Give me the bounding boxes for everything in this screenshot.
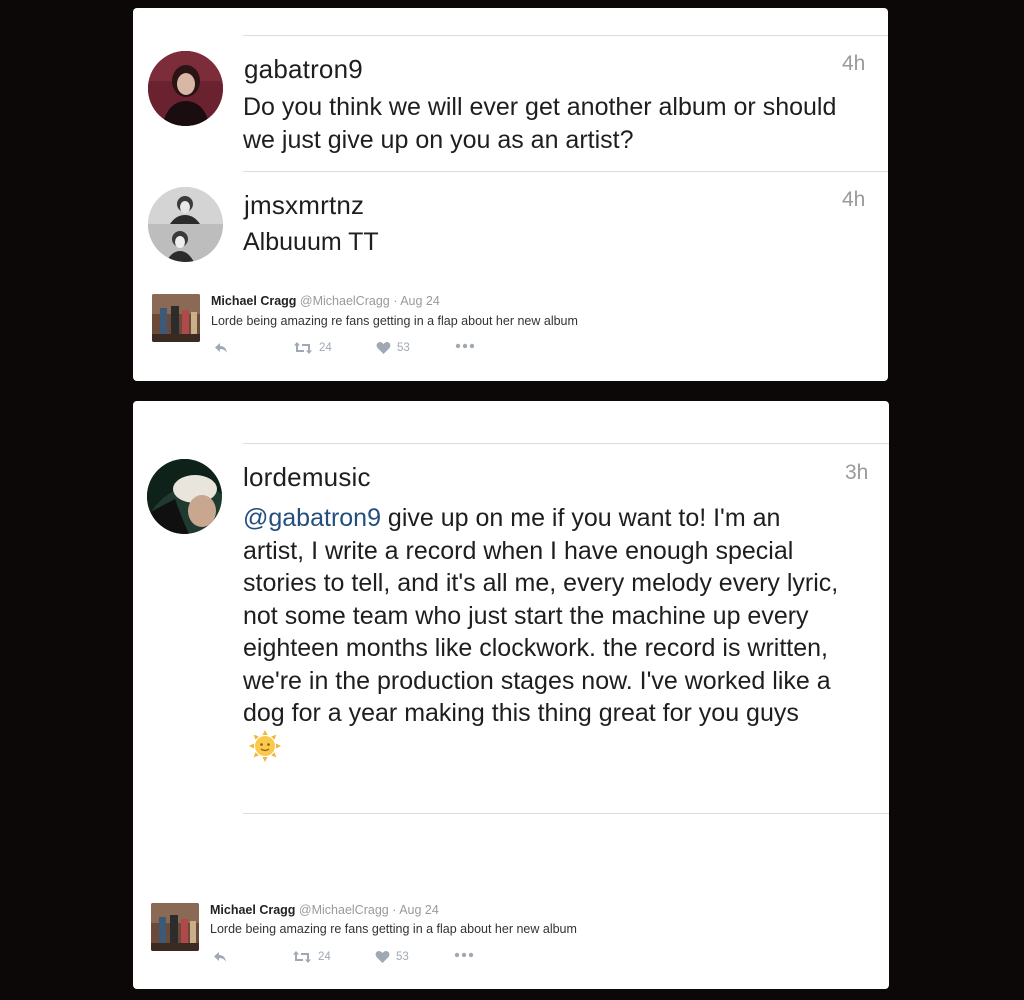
embed-author-avatar[interactable] [151,903,199,951]
embed-author-name[interactable]: Michael Cragg [210,903,295,917]
retweet-button[interactable]: 24 [293,341,332,355]
avatar-gabatron9[interactable] [148,51,223,126]
embed-text: Lorde being amazing re fans getting in a… [210,922,577,936]
like-button[interactable]: 53 [375,950,409,964]
retweet-button[interactable]: 24 [292,950,331,964]
embed-text: Lorde being amazing re fans getting in a… [211,314,578,328]
embed-separator: · [393,294,398,308]
divider [243,35,888,36]
reply-username[interactable]: jmsxmrtnz [244,190,364,221]
more-button[interactable] [454,952,474,958]
reply-icon [215,343,227,353]
response-username[interactable]: lordemusic [243,462,371,493]
embed-date[interactable]: Aug 24 [399,903,439,917]
more-icon [455,343,475,349]
more-icon [454,952,474,958]
reply-timestamp[interactable]: 4h [842,188,865,212]
like-button[interactable]: 53 [376,341,410,355]
retweet-count: 24 [318,951,331,963]
reply-timestamp[interactable]: 4h [842,52,865,76]
mention-link[interactable]: @gabatron9 [243,504,381,532]
embed-header: Michael Cragg @MichaelCragg · Aug 24 [211,294,440,308]
divider [243,813,889,814]
response-text-block: @gabatron9 give up on me if you want to!… [243,502,843,770]
reply-button[interactable] [213,341,229,355]
like-count: 53 [397,342,410,354]
retweet-icon [293,951,311,963]
reply-text: Do you think we will ever get another al… [243,93,837,154]
avatar-lordemusic[interactable] [147,459,222,534]
reply-icon [214,952,226,962]
retweet-count: 24 [319,342,332,354]
retweet-icon [294,342,312,354]
embed-author-avatar[interactable] [152,294,200,342]
sun-with-face-emoji-icon [249,729,281,771]
divider [243,171,888,172]
embed-author-handle[interactable]: @MichaelCragg [300,294,390,308]
reply-button[interactable] [212,950,228,964]
screenshot-card-2: lordemusic 3h @gabatron9 give up on me i… [133,401,889,989]
embed-date[interactable]: Aug 24 [400,294,440,308]
embed-author-name[interactable]: Michael Cragg [211,294,296,308]
response-timestamp[interactable]: 3h [845,461,868,485]
avatar-jmsxmrtnz[interactable] [148,187,223,262]
heart-icon [375,951,390,963]
reply-username[interactable]: gabatron9 [244,54,363,85]
divider [243,443,889,444]
heart-icon [376,342,391,354]
like-count: 53 [396,951,409,963]
more-button[interactable] [455,343,475,349]
embed-header: Michael Cragg @MichaelCragg · Aug 24 [210,903,439,917]
embed-separator: · [392,903,397,917]
embed-author-handle[interactable]: @MichaelCragg [299,903,389,917]
response-text: give up on me if you want to! I'm an art… [243,504,839,727]
reply-text: Albuuum TT [243,228,379,256]
screenshot-card-1: gabatron9 4h Do you think we will ever g… [133,8,888,381]
